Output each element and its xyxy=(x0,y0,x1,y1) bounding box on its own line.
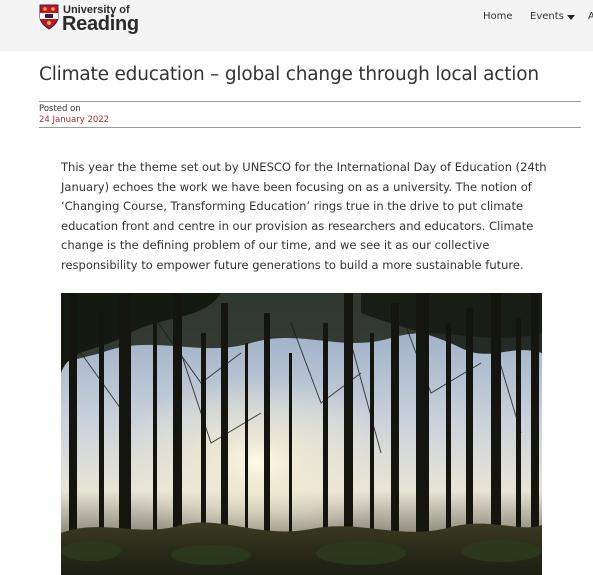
divider-bottom xyxy=(39,127,581,128)
chevron-down-icon[interactable] xyxy=(567,15,575,20)
page-title: Climate education – global change throug… xyxy=(39,64,539,85)
nav-item-partial[interactable]: A xyxy=(588,11,593,22)
logo-text-reading: Reading xyxy=(62,13,139,35)
site-header: University of Reading Home Events A xyxy=(0,0,593,51)
divider-top xyxy=(39,101,581,102)
nav-home[interactable]: Home xyxy=(483,11,513,22)
article-paragraph: This year the theme set out by UNESCO fo… xyxy=(61,160,547,272)
posted-on-label: Posted on xyxy=(39,104,81,114)
nav-events[interactable]: Events xyxy=(530,11,564,22)
posted-date: 24 January 2022 xyxy=(39,115,110,125)
crest-icon xyxy=(39,4,59,30)
university-logo[interactable]: University of Reading xyxy=(39,4,139,35)
forest-photo xyxy=(61,293,542,575)
